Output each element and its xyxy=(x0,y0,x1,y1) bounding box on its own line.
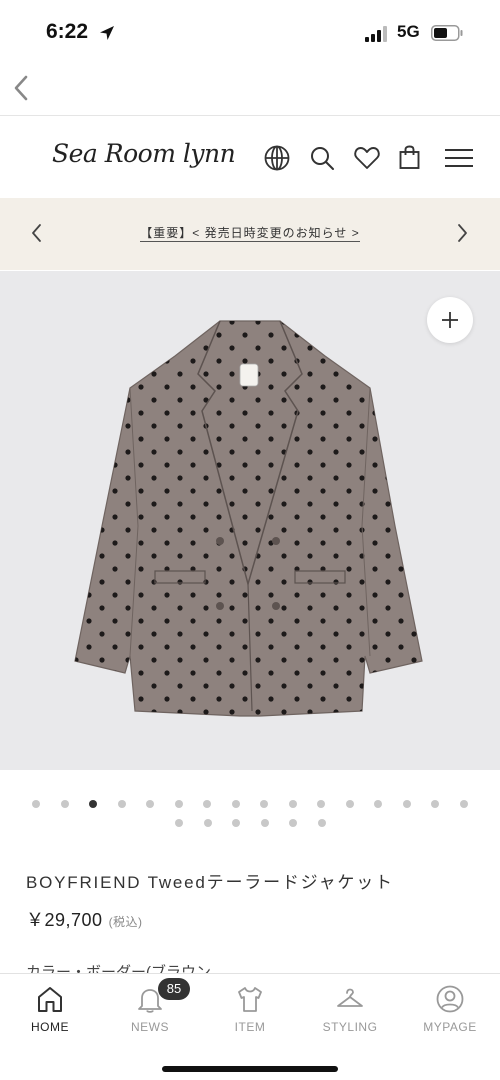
gallery-dot[interactable] xyxy=(289,819,297,827)
user-icon xyxy=(436,985,464,1013)
hanger-icon xyxy=(337,988,363,1007)
home-indicator xyxy=(162,1066,338,1072)
tab-news[interactable]: 85 NEWS xyxy=(100,978,200,1042)
tab-mypage[interactable]: MYPAGE xyxy=(400,982,500,1042)
gallery-dot[interactable] xyxy=(260,819,269,827)
tab-styling-label: STYLING xyxy=(322,1020,378,1034)
back-navigation-bar xyxy=(0,62,500,116)
gallery-dot[interactable] xyxy=(317,800,325,808)
notice-next-button[interactable] xyxy=(452,220,472,246)
gallery-dot[interactable] xyxy=(317,819,326,827)
globe-icon xyxy=(264,145,290,171)
product-image xyxy=(74,320,423,717)
tab-mypage-label: MYPAGE xyxy=(423,1020,477,1034)
gallery-dot[interactable] xyxy=(431,800,439,808)
gallery-dot[interactable] xyxy=(60,800,69,808)
notice-text: 【重要】< 発売日時変更のお知らせ > xyxy=(140,226,360,242)
notice-banner: 【重要】< 発売日時変更のお知らせ > xyxy=(0,198,500,270)
shirt-icon xyxy=(238,987,262,1012)
battery-icon xyxy=(431,25,463,41)
gallery-dot[interactable] xyxy=(89,800,97,808)
gallery-dot[interactable] xyxy=(260,800,268,808)
tab-styling[interactable]: STYLING xyxy=(300,982,400,1042)
status-time: 6:22 xyxy=(46,20,89,43)
product-image-gallery[interactable] xyxy=(0,271,500,770)
product-price: ￥29,700 (税込) xyxy=(26,906,143,932)
network-type: 5G xyxy=(397,22,420,41)
gallery-dot[interactable] xyxy=(459,800,468,808)
hamburger-menu-icon xyxy=(445,149,473,167)
pagination-row xyxy=(175,819,326,827)
gallery-dot[interactable] xyxy=(203,800,211,808)
notice-link[interactable]: 【重要】< 発売日時変更のお知らせ > xyxy=(0,224,500,242)
gallery-dot[interactable] xyxy=(146,800,154,808)
chevron-left-icon xyxy=(14,75,28,101)
price-value: ￥29,700 xyxy=(26,910,103,930)
gallery-dot[interactable] xyxy=(345,800,354,808)
signal-icon xyxy=(365,26,387,42)
tab-news-label: NEWS xyxy=(131,1020,169,1034)
tab-item[interactable]: ITEM xyxy=(200,982,300,1042)
heart-icon xyxy=(354,147,380,169)
gallery-dot[interactable] xyxy=(374,800,382,808)
status-bar: 6:22 5G xyxy=(0,0,500,60)
site-header: Sea Room lynn xyxy=(0,117,500,197)
search-icon xyxy=(311,147,334,170)
pagination-row xyxy=(32,800,472,808)
menu-button[interactable] xyxy=(444,143,474,173)
cart-button[interactable] xyxy=(395,143,425,173)
gallery-dot[interactable] xyxy=(232,819,240,827)
gallery-dot[interactable] xyxy=(32,800,40,808)
brand-logo[interactable]: Sea Room lynn xyxy=(52,139,236,168)
gallery-dot[interactable] xyxy=(174,800,183,808)
gallery-dot[interactable] xyxy=(117,800,126,808)
product-name: BOYFRIEND Tweedテーラードジャケット xyxy=(26,873,394,892)
tab-home-label: HOME xyxy=(31,1020,69,1034)
tab-item-label: ITEM xyxy=(234,1020,266,1034)
gallery-dot[interactable] xyxy=(175,819,183,827)
gallery-dot[interactable] xyxy=(402,800,411,808)
gallery-dot[interactable] xyxy=(288,800,297,808)
tab-home[interactable]: HOME xyxy=(0,982,100,1042)
home-icon xyxy=(38,987,62,1012)
gallery-dot[interactable] xyxy=(203,819,212,827)
color-variant-label: カラー・ボーダー(ブラウン xyxy=(26,964,211,973)
zoom-plus-button[interactable] xyxy=(427,297,473,343)
back-button[interactable] xyxy=(8,72,36,104)
bottom-tab-bar: HOME 85 NEWS ITEM STYLING MYPAGE xyxy=(0,973,500,1080)
plus-icon xyxy=(442,312,458,328)
gallery-dot[interactable] xyxy=(231,800,240,808)
chevron-right-icon xyxy=(458,224,467,242)
location-arrow-icon xyxy=(100,26,114,40)
language-button[interactable] xyxy=(262,143,292,173)
search-button[interactable] xyxy=(307,143,337,173)
shopping-bag-icon xyxy=(399,145,420,169)
favorites-button[interactable] xyxy=(352,143,382,173)
tax-note: (税込) xyxy=(108,915,143,929)
news-badge: 85 xyxy=(158,978,190,1000)
